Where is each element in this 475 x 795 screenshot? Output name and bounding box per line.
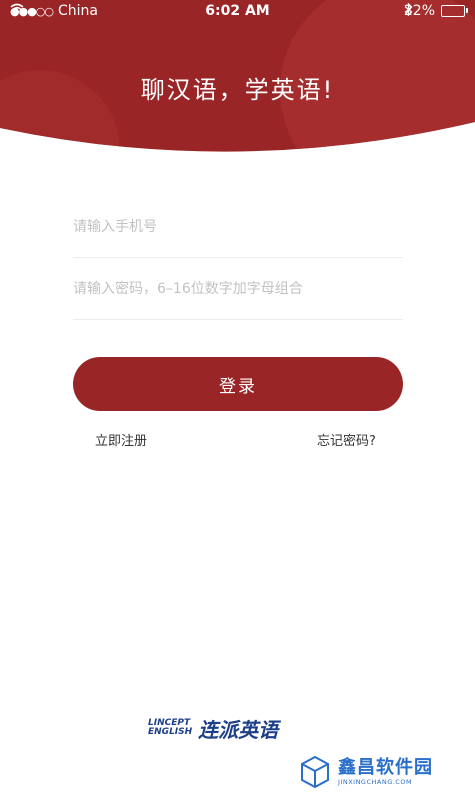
watermark-domain: JINXINGCHANG.COM (338, 778, 413, 786)
status-bar: ●●●○○ China 6:02 AM 22% (0, 0, 475, 24)
app-logo: LINCEPT ENGLISH 连派英语 (148, 713, 333, 743)
phone-field (73, 197, 403, 258)
logo-zh: 连派英语 (198, 717, 279, 742)
logo-en: LINCEPT ENGLISH (148, 719, 192, 737)
password-input[interactable] (73, 269, 403, 309)
header-slogan: 聊汉语，学英语! (140, 76, 335, 104)
watermark-name: 鑫昌软件园 (338, 757, 433, 778)
status-right: 22% (404, 3, 468, 19)
logo-en-line2: ENGLISH (148, 727, 193, 737)
header-banner: ●●●○○ China 6:02 AM 22% 聊汉语，学英语! (0, 0, 475, 170)
register-link[interactable]: 立即注册 (95, 430, 147, 449)
phone-input[interactable] (73, 207, 403, 247)
forgot-password-link[interactable]: 忘记密码? (317, 430, 376, 449)
watermark-text: 鑫昌软件园 JINXINGCHANG.COM (338, 757, 433, 787)
watermark-cube-icon (301, 755, 329, 789)
password-field (73, 259, 403, 320)
login-button[interactable]: 登录 (73, 357, 403, 411)
bluetooth-icon (404, 3, 413, 16)
battery-icon (441, 5, 468, 17)
watermark: 鑫昌软件园 JINXINGCHANG.COM (300, 752, 470, 792)
